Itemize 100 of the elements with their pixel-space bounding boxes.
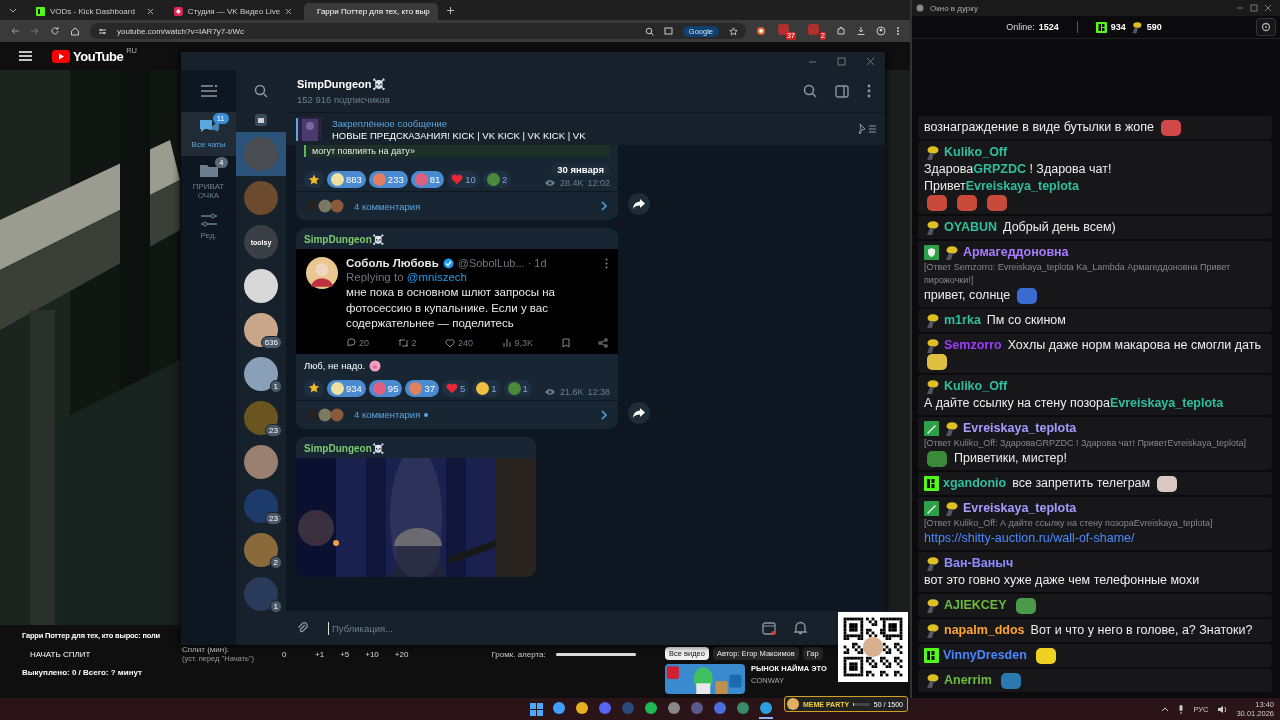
- bell-icon[interactable]: [794, 621, 807, 635]
- profile-icon[interactable]: [876, 26, 886, 36]
- creature-icon: [943, 500, 959, 517]
- username[interactable]: VinnyDresden: [943, 647, 1027, 664]
- message-text: А дайте ссылку на стену позораEvreiskaya_teplota: [924, 395, 1224, 412]
- extension-icon: [778, 24, 789, 35]
- increment-button[interactable]: +10: [362, 649, 382, 659]
- message-text: привет, солнце: [924, 287, 1011, 304]
- install-icon[interactable]: [663, 26, 673, 36]
- username[interactable]: xgandonio: [943, 475, 1007, 492]
- online-label: Online:: [1006, 22, 1035, 32]
- maximize-icon[interactable]: [1250, 4, 1258, 12]
- creature-icon: [924, 622, 940, 639]
- creature-icon: [924, 337, 940, 354]
- start-split-button[interactable]: НАЧАТЬ СПЛИТ: [22, 647, 172, 661]
- calendar-icon[interactable]: [762, 621, 776, 635]
- reply-quote: [Ответ Semzorro: Evreiskaya_teplota Ka_Lambda Армагеддоновна Привет пирожочки!]: [924, 261, 1232, 287]
- star-icon[interactable]: [729, 26, 738, 36]
- pencil-badge-icon: [924, 501, 939, 516]
- online-count: 1524: [1038, 22, 1059, 32]
- attach-icon[interactable]: [296, 621, 310, 635]
- close-icon[interactable]: [285, 8, 292, 15]
- creature-icon: [924, 144, 940, 161]
- username[interactable]: Anerrim: [944, 672, 992, 689]
- close-icon[interactable]: [147, 8, 154, 15]
- username[interactable]: Ван-Ваныч: [944, 555, 1014, 572]
- logo-icon: [52, 49, 70, 63]
- browser-tab[interactable]: Гарри Поттер для тех, кто выр: [304, 3, 438, 20]
- close-icon[interactable]: [866, 56, 875, 66]
- message-text: Пм со скином: [986, 312, 1066, 329]
- extension-icon: [808, 24, 819, 35]
- settings-button[interactable]: [1256, 18, 1276, 36]
- platform-count: 934: [1110, 22, 1126, 32]
- shield-badge-icon: [924, 245, 939, 260]
- home-icon[interactable]: [70, 26, 80, 36]
- username[interactable]: Армагеддоновна: [963, 244, 1069, 261]
- site-icon: [174, 7, 183, 16]
- close-icon[interactable]: [1264, 4, 1272, 12]
- creature-icon: [924, 219, 940, 236]
- username[interactable]: AJIEKCEY: [944, 597, 1007, 614]
- creature-icon: [924, 597, 940, 614]
- username[interactable]: Evreiskaya_teplota: [963, 420, 1077, 437]
- mascot-icon: [787, 698, 799, 710]
- puzzle-icon[interactable]: [836, 26, 846, 36]
- app-icon: [916, 4, 924, 12]
- increment-button[interactable]: +20: [391, 649, 412, 659]
- split-label: Сплит (мин):: [182, 645, 231, 654]
- pencil-badge-icon: [924, 421, 939, 436]
- download-icon[interactable]: [856, 26, 866, 36]
- site-info-icon[interactable]: [98, 26, 107, 36]
- username[interactable]: Kuliko_Off: [944, 144, 1008, 161]
- message-text: Добрый день всем): [1003, 219, 1116, 236]
- username[interactable]: OYABUN: [944, 219, 998, 236]
- creature-icon: [943, 420, 959, 437]
- message-text: вот это говно хуже даже чем телефонные мохи: [924, 572, 1200, 589]
- increment-button[interactable]: +1: [312, 649, 328, 659]
- start-button[interactable]: [530, 702, 543, 716]
- new-tab-icon[interactable]: [446, 5, 455, 15]
- settings-icon: [1261, 22, 1271, 32]
- message-text: Хохлы даже норм макарова не смогли дать: [1007, 337, 1261, 354]
- window-title: Окно в дурку: [930, 3, 978, 13]
- creature-icon: [924, 672, 940, 689]
- reply-quote: [Ответ Kuliko_Off: А дайте ссылку на стену позораEvreiskaya_teplota]: [924, 517, 1213, 530]
- reply-quote: [Ответ Kuliko_Off: ЗдароваGRPZDC ! Здарова чат! ПриветEvreiskaya_teplota]: [924, 437, 1246, 450]
- chevron-up-icon[interactable]: [1161, 706, 1170, 712]
- purchased-minutes: Выкуплено: 0 / Всего: ? минут: [22, 668, 143, 677]
- creature-icon: [924, 312, 940, 329]
- username[interactable]: Semzorro: [944, 337, 1002, 354]
- message-text: Вот и что у него в голове, а? Знатоки?: [1030, 622, 1253, 639]
- browser-tab[interactable]: Студия — VK Видео Live: [166, 3, 300, 20]
- address-text: youtube.com/watch?v=IAR7y7-t/Wc: [117, 26, 244, 36]
- volume-slider[interactable]: [555, 652, 636, 656]
- creature-icon: [924, 555, 940, 572]
- username[interactable]: m1rka: [944, 312, 981, 329]
- reload-icon[interactable]: [50, 26, 60, 36]
- channel-badge-icon: [1095, 21, 1107, 33]
- message-text: вознаграждение в виде бутылки в жопе: [924, 119, 1154, 136]
- speaker-icon[interactable]: [1217, 704, 1228, 714]
- channel-badge-icon: [924, 476, 939, 491]
- username[interactable]: napalm_ddos: [944, 622, 1025, 639]
- site-icon: [36, 7, 45, 16]
- microphone-icon[interactable]: [1178, 704, 1185, 714]
- maximize-icon[interactable]: [837, 56, 846, 66]
- browser-tab[interactable]: VODs - Kick Dashboard: [28, 3, 162, 20]
- message-input[interactable]: Публикация...: [328, 621, 744, 635]
- link[interactable]: https://shitty-auction.ru/wall-of-shame/: [924, 530, 1135, 547]
- forward-icon[interactable]: [30, 26, 40, 36]
- logo-text[interactable]: YouTube: [73, 48, 124, 64]
- extension-icon[interactable]: [756, 26, 766, 36]
- back-icon[interactable]: [10, 26, 20, 36]
- channel-badge-icon: [924, 648, 939, 663]
- creature-icon: [943, 244, 959, 261]
- username[interactable]: Kuliko_Off: [944, 378, 1008, 395]
- zoom-icon[interactable]: [644, 26, 654, 36]
- more-icon[interactable]: [896, 26, 900, 36]
- username[interactable]: Evreiskaya_teplota: [963, 500, 1077, 517]
- message-text: все запретить телеграм: [1012, 475, 1151, 492]
- creature-icon: [924, 378, 940, 395]
- increment-button[interactable]: +5: [337, 649, 353, 659]
- message-text: Приветики, мистер!: [954, 450, 1067, 467]
